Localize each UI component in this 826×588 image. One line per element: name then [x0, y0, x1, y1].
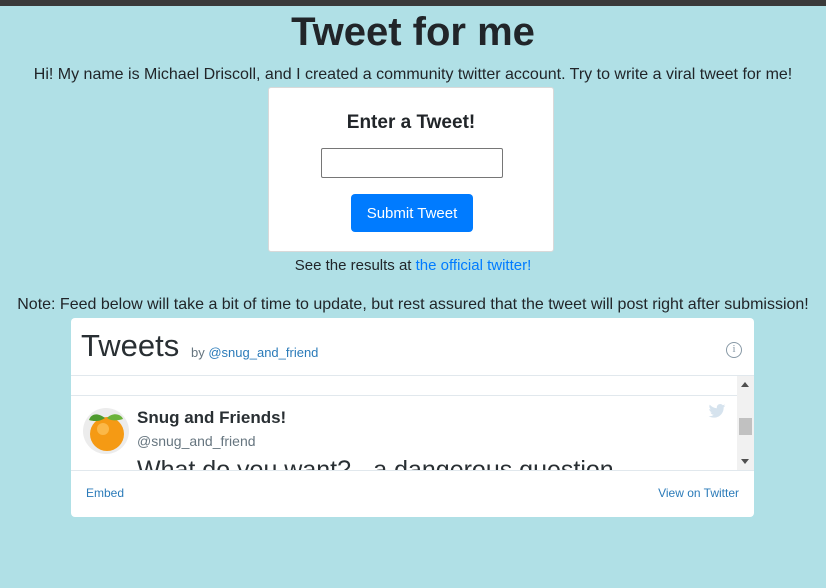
form-heading: Enter a Tweet!: [346, 112, 476, 133]
tweet-input[interactable]: [321, 148, 503, 178]
widget-title: Tweets: [81, 328, 180, 363]
tweet-text: What do you want? - a dangerous question: [137, 456, 614, 471]
scroll-thumb[interactable]: [739, 418, 752, 435]
results-prefix: See the results at: [294, 257, 416, 274]
byline-prefix: by: [191, 345, 209, 360]
widget-byline: by @snug_and_friend: [191, 345, 318, 360]
twitter-bird-icon[interactable]: [708, 404, 726, 418]
byline-handle-link[interactable]: @snug_and_friend: [208, 345, 318, 360]
feed-scrollbar[interactable]: [737, 376, 754, 470]
embed-link[interactable]: Embed: [86, 486, 124, 500]
feed-note: Note: Feed below will take a bit of time…: [17, 296, 809, 313]
twitter-timeline-widget: Tweets by @snug_and_friend i Snug and Fr…: [71, 318, 754, 517]
results-line: See the results at the official twitter!: [0, 257, 826, 274]
tweet-form-card: Enter a Tweet! Submit Tweet: [268, 87, 554, 252]
page-title: Tweet for me: [291, 10, 535, 54]
previous-tweet-edge: [71, 376, 737, 396]
intro-text: Hi! My name is Michael Driscoll, and I c…: [33, 66, 793, 83]
tweet-feed[interactable]: Snug and Friends! @snug_and_friend What …: [71, 376, 754, 471]
info-icon[interactable]: i: [726, 342, 742, 358]
browser-top-bar: [0, 0, 826, 6]
tweet-author-name[interactable]: Snug and Friends!: [137, 408, 286, 428]
official-twitter-link[interactable]: the official twitter!: [416, 257, 532, 274]
scroll-up-arrow-icon[interactable]: [741, 382, 749, 387]
orange-avatar[interactable]: [83, 408, 129, 454]
widget-footer: Embed View on Twitter: [71, 470, 754, 517]
widget-header: Tweets by @snug_and_friend i: [71, 318, 754, 376]
submit-tweet-button[interactable]: Submit Tweet: [351, 194, 473, 232]
tweet-author-handle[interactable]: @snug_and_friend: [137, 433, 256, 449]
scroll-down-arrow-icon[interactable]: [741, 459, 749, 464]
view-on-twitter-link[interactable]: View on Twitter: [658, 486, 739, 500]
